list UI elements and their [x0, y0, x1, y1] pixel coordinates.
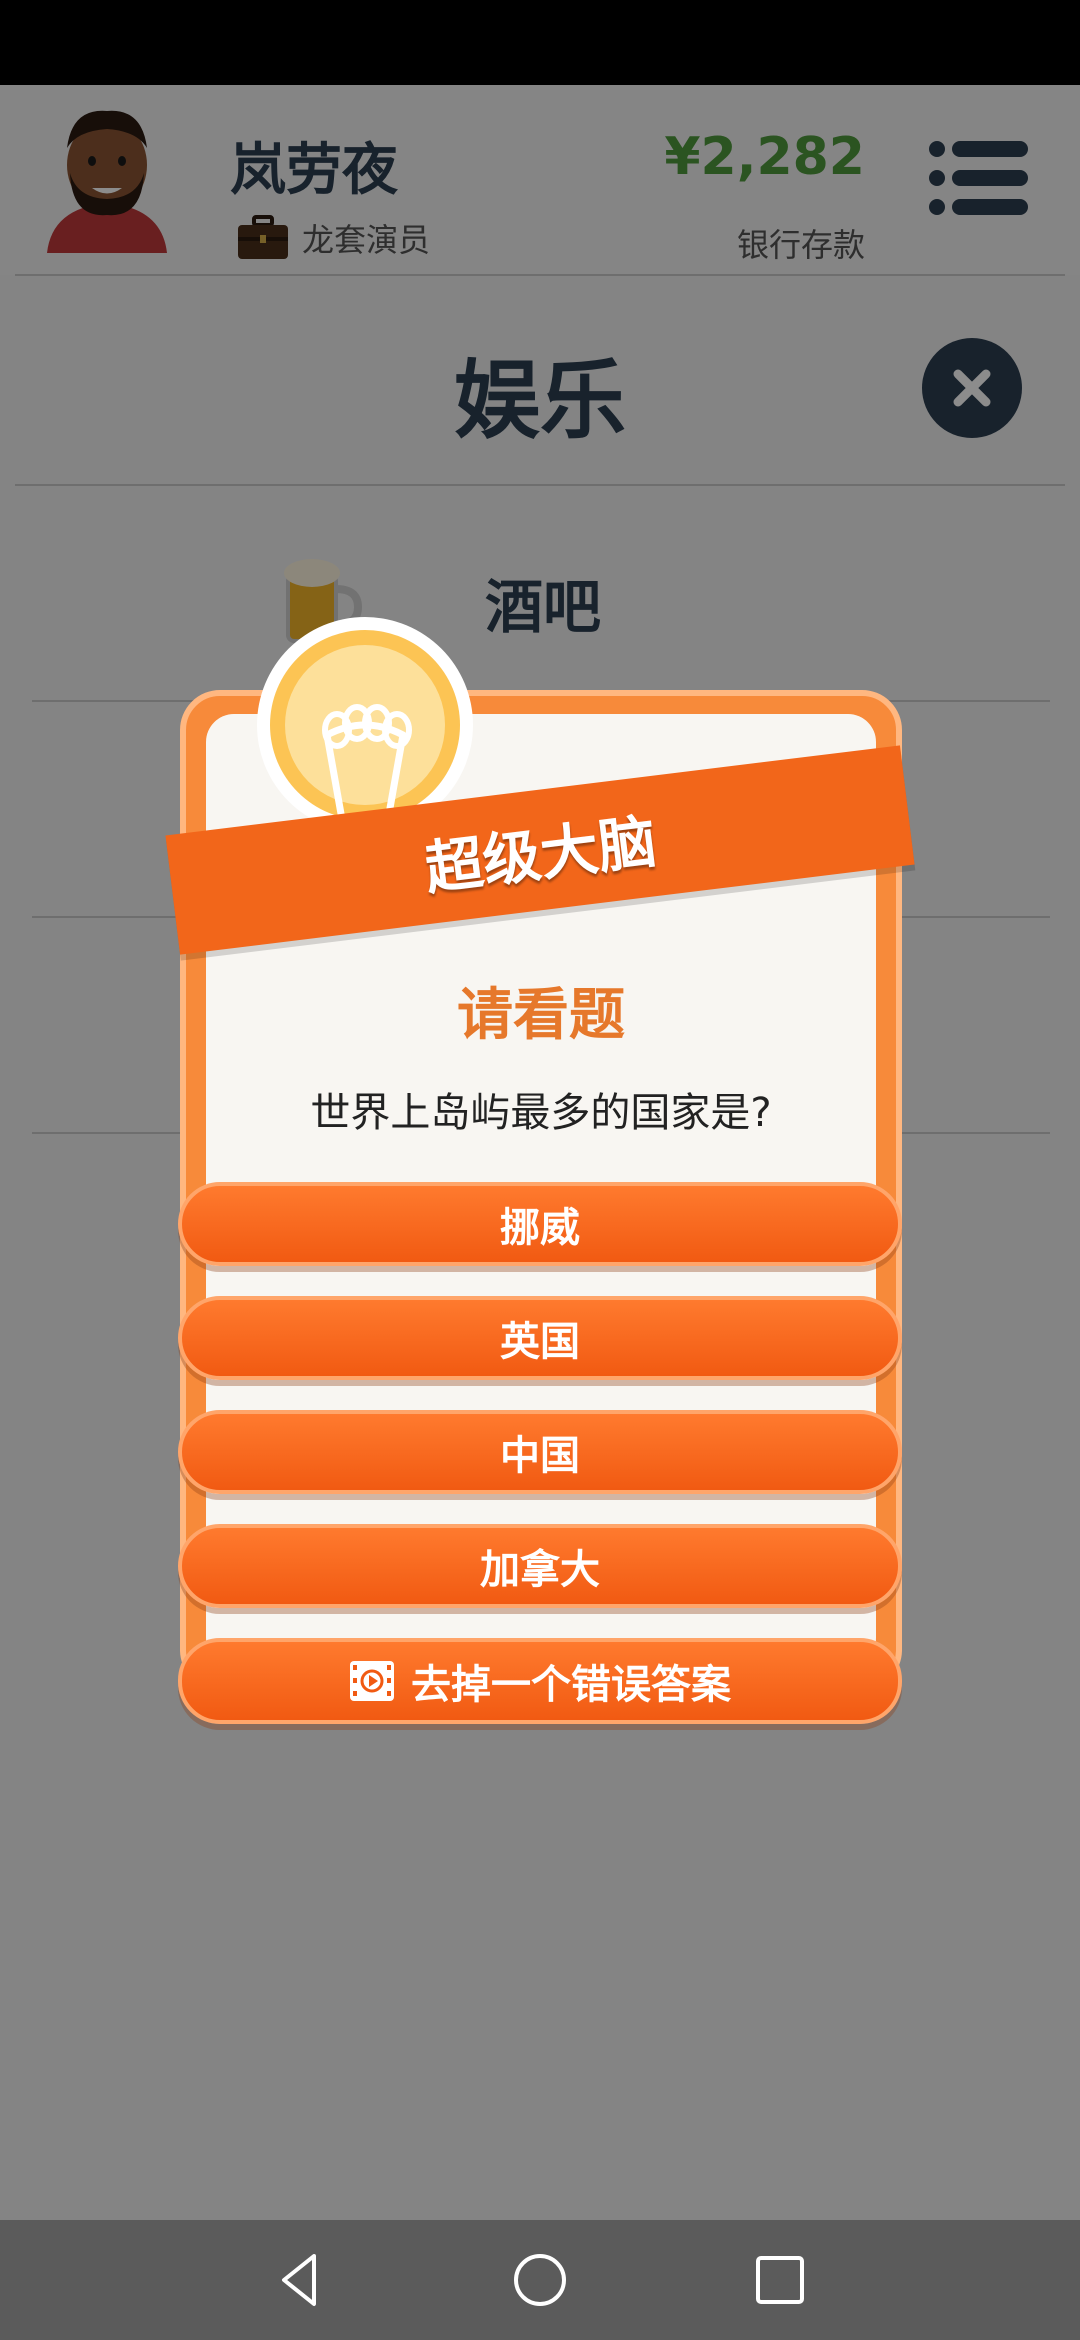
answer-button-2[interactable]: 英国 [178, 1296, 902, 1380]
quiz-question: 世界上岛屿最多的国家是? [310, 1090, 772, 1136]
home-icon[interactable] [510, 2250, 570, 2310]
answer-button-1[interactable]: 挪威 [178, 1182, 902, 1266]
answer-button-3[interactable]: 中国 [178, 1410, 902, 1494]
quiz-prompt: 请看题 [457, 983, 625, 1048]
recents-icon[interactable] [750, 2250, 810, 2310]
video-ad-icon [350, 1661, 394, 1701]
system-nav-bar [0, 2220, 1080, 2340]
remove-wrong-answer-label: 去掉一个错误答案 [411, 1662, 731, 1708]
back-icon[interactable] [270, 2250, 330, 2310]
remove-wrong-answer-button[interactable]: 去掉一个错误答案 [178, 1638, 902, 1724]
answer-button-4[interactable]: 加拿大 [178, 1524, 902, 1608]
